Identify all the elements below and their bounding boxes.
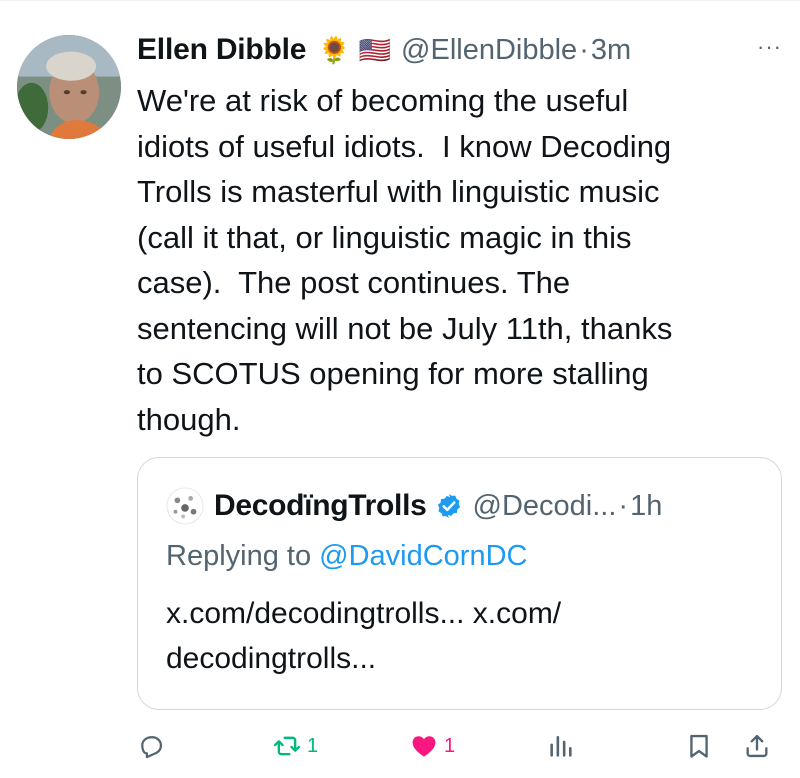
reply-icon <box>141 736 163 759</box>
quoted-post-timestamp[interactable]: 1h <box>630 490 662 523</box>
quoted-post-header: DecodïngTrolls @Decodi... · 1h <box>166 486 662 526</box>
replying-to-line: Replying to @DavidCornDC <box>166 540 527 573</box>
replying-to-prefix: Replying to <box>166 540 320 572</box>
like-button[interactable]: 1 <box>410 728 455 764</box>
share-icon <box>746 734 768 758</box>
quoted-author-avatar[interactable] <box>166 487 204 525</box>
views-button[interactable] <box>547 728 581 764</box>
author-name[interactable]: Ellen Dibble <box>137 33 306 67</box>
like-count: 1 <box>444 734 456 757</box>
sunflower-emoji: 🌻 <box>318 35 351 65</box>
quoted-author-name[interactable]: DecodïngTrolls <box>214 489 427 523</box>
avatar-photo <box>17 35 121 139</box>
repost-icon <box>273 736 301 756</box>
quoted-post-card[interactable]: DecodïngTrolls @Decodi... · 1h Replying … <box>137 457 782 710</box>
post-timestamp[interactable]: 3m <box>591 34 631 67</box>
verified-badge-icon <box>437 493 460 519</box>
us-flag-emoji: 🇺🇸 <box>358 35 392 65</box>
quoted-post-text[interactable]: x.com/decodingtrolls... x.com/ decodingt… <box>166 591 756 681</box>
post-actions-bar: 1 1 <box>137 728 782 764</box>
views-icon <box>550 735 572 757</box>
author-avatar[interactable] <box>17 35 121 139</box>
share-button[interactable] <box>743 728 771 764</box>
top-divider <box>0 0 800 1</box>
quoted-author-handle[interactable]: @Decodi... <box>473 490 617 523</box>
post-text: We're at risk of becoming the useful idi… <box>137 83 673 437</box>
repost-button[interactable]: 1 <box>273 728 318 764</box>
more-options-button[interactable]: ··· <box>757 34 782 60</box>
author-handle[interactable]: @EllenDibble <box>401 34 577 67</box>
post-header: Ellen Dibble 🌻 🇺🇸 @EllenDibble · 3m <box>137 30 777 70</box>
heart-icon <box>412 736 436 757</box>
header-separator: · <box>579 33 589 66</box>
repost-count: 1 <box>307 734 319 757</box>
replying-to-mention-link[interactable]: @DavidCornDC <box>319 540 527 572</box>
reply-button[interactable] <box>137 728 171 764</box>
quoted-header-separator: · <box>618 489 629 522</box>
bookmark-icon <box>690 734 708 758</box>
bookmark-button[interactable] <box>685 728 713 764</box>
